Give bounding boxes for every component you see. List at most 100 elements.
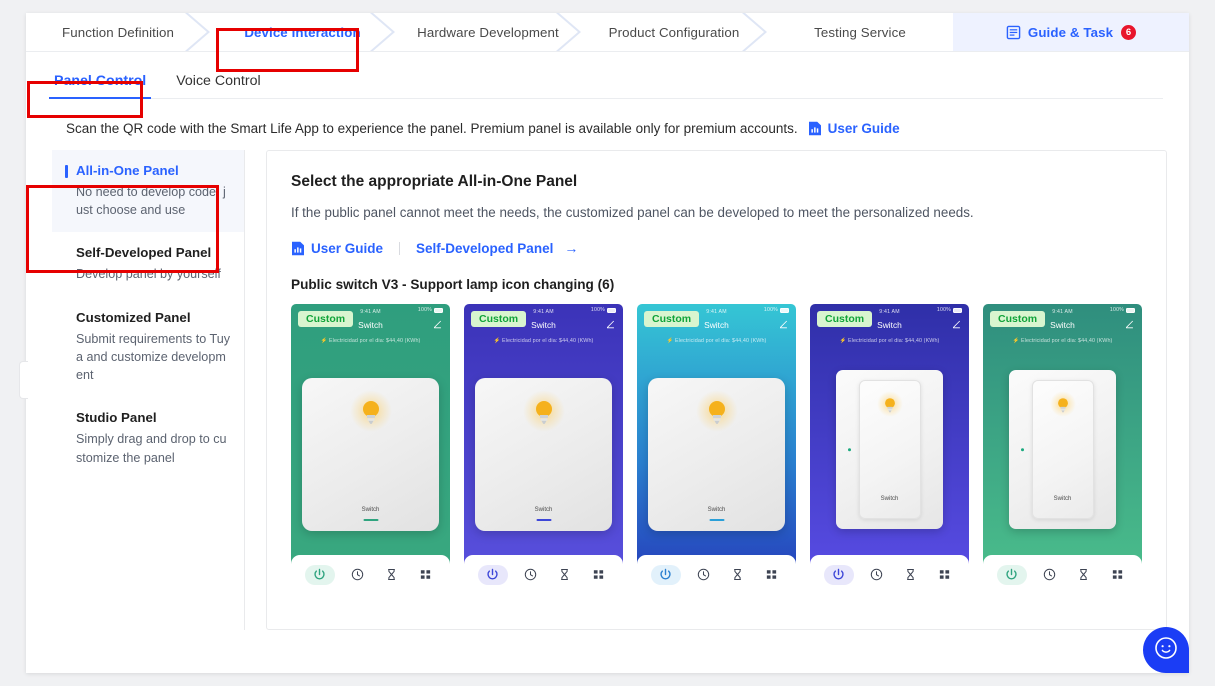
edit-pencil-icon[interactable] (433, 320, 442, 329)
user-guide-link[interactable]: User Guide (808, 121, 900, 136)
step-tab-device-interaction[interactable]: Device Interaction (210, 13, 395, 51)
switch-body: Switch (475, 378, 612, 532)
sidebar-item-all-in-one-panel[interactable]: All-in-One Panel No need to develop code… (52, 150, 244, 233)
sidebar-collapse-handle[interactable] (19, 361, 28, 399)
custom-badge: Custom (644, 311, 700, 328)
lamp-bulb-icon (876, 391, 903, 418)
screenshot-root: Function Definition Device Interaction H… (0, 0, 1215, 686)
power-icon[interactable] (823, 564, 854, 585)
sidebar-item-desc: No need to develop code, just choose and… (76, 184, 226, 218)
content-user-guide-link[interactable]: User Guide (291, 241, 383, 256)
panel-card[interactable]: Custom 9:41 AM 100% Switch ⚡ Electricida… (810, 304, 969, 595)
power-icon[interactable] (650, 564, 681, 585)
tab-voice-control[interactable]: Voice Control (174, 73, 262, 98)
phone-toolbar (637, 555, 796, 595)
step-tab-hardware-development[interactable]: Hardware Development (395, 13, 581, 51)
edit-pencil-icon[interactable] (779, 320, 788, 329)
edit-pencil-icon[interactable] (952, 320, 961, 329)
step-tab-function-definition[interactable]: Function Definition (26, 13, 210, 51)
battery-indicator: 100% (937, 307, 962, 313)
clock-icon[interactable] (520, 566, 542, 584)
chevron-separator-icon (742, 13, 768, 51)
support-smiley-icon (1153, 635, 1179, 666)
clock-icon[interactable] (347, 566, 369, 584)
panel-description-row: Scan the QR code with the Smart Life App… (66, 121, 1189, 136)
grid-icon[interactable] (1106, 566, 1128, 584)
lamp-bulb-icon (349, 389, 392, 432)
step-tab-product-configuration[interactable]: Product Configuration (581, 13, 767, 51)
sidebar-item-studio-panel[interactable]: Studio Panel Simply drag and drop to cus… (52, 397, 244, 479)
led-indicator (1021, 447, 1025, 452)
panel-card[interactable]: Custom 9:41 AM 100% Switch ⚡ Electricida… (464, 304, 623, 595)
battery-percent: 100% (1109, 307, 1124, 314)
support-chat-button[interactable] (1143, 627, 1189, 673)
guide-and-task-button[interactable]: Guide & Task 6 (953, 13, 1189, 51)
grid-icon[interactable] (414, 566, 436, 584)
sidebar-item-customized-panel[interactable]: Customized Panel Submit requirements to … (52, 297, 244, 398)
chevron-separator-icon (556, 13, 582, 51)
hourglass-icon[interactable] (899, 566, 921, 584)
electricity-text: ⚡ Electricidad por el dia: $44,40 (KWh) (464, 338, 623, 344)
hourglass-icon[interactable] (726, 566, 748, 584)
sidebar-item-title: Self-Developed Panel (76, 245, 212, 261)
hourglass-icon[interactable] (553, 566, 575, 584)
phone-title: Switch (358, 320, 383, 331)
sidebar-item-self-developed-panel[interactable]: Self-Developed Panel Develop panel by yo… (52, 232, 244, 296)
switch-label: Switch (707, 507, 726, 514)
guide-and-task-label: Guide & Task (1027, 24, 1114, 40)
battery-percent: 100% (936, 307, 951, 314)
tab-panel-control[interactable]: Panel Control (48, 73, 152, 99)
step-tab-testing-service[interactable]: Testing Service (767, 13, 953, 51)
bulb-wrap (860, 391, 920, 418)
phone-title: Switch (1050, 320, 1075, 331)
content-links: User Guide Self-Developed Panel → (291, 240, 1142, 256)
arrow-right-icon: → (564, 240, 579, 257)
phone-preview: 9:41 AM 100% Switch ⚡ Electricidad por e… (983, 304, 1142, 555)
switch-label: Switch (1053, 496, 1072, 503)
hourglass-icon[interactable] (1072, 566, 1094, 584)
step-label: Device Interaction (244, 24, 361, 40)
bolt-icon: ⚡ (493, 338, 501, 345)
chevron-separator-icon (370, 13, 396, 51)
panel-body: All-in-One Panel No need to develop code… (52, 150, 1189, 630)
bolt-icon: ⚡ (1012, 338, 1020, 345)
phone-toolbar (810, 555, 969, 595)
clock-icon[interactable] (693, 566, 715, 584)
content-user-guide-label: User Guide (311, 240, 384, 256)
panel-card[interactable]: Custom 9:41 AM 100% Switch ⚡ Electricida… (637, 304, 796, 595)
grid-icon[interactable] (760, 566, 782, 584)
battery-indicator: 100% (764, 307, 789, 313)
panel-card[interactable]: Custom 9:41 AM 100% Switch ⚡ Electricida… (983, 304, 1142, 595)
sidebar-item-desc: Submit requirements to Tuya and customiz… (76, 331, 230, 383)
switch-label: Switch (361, 507, 380, 514)
switch-rocker: Switch (1031, 380, 1094, 520)
power-icon[interactable] (996, 564, 1027, 585)
power-icon[interactable] (304, 564, 335, 585)
battery-percent: 100% (417, 307, 432, 314)
switch-wall-plate: Switch (1009, 370, 1116, 530)
switch-wall-plate: Switch (836, 370, 943, 530)
panel-card-gallery: Custom 9:41 AM 100% Switch ⚡ Electricida… (291, 304, 1142, 595)
power-icon[interactable] (477, 564, 508, 585)
grid-icon[interactable] (933, 566, 955, 584)
phone-toolbar (983, 555, 1142, 595)
edit-pencil-icon[interactable] (1125, 320, 1134, 329)
phone-toolbar (291, 555, 450, 595)
grid-icon[interactable] (587, 566, 609, 584)
self-developed-panel-link[interactable]: Self-Developed Panel → (416, 240, 578, 256)
clock-icon[interactable] (1039, 566, 1061, 584)
chevron-separator-icon (185, 13, 211, 51)
edit-pencil-icon[interactable] (606, 320, 615, 329)
bolt-icon: ⚡ (839, 338, 847, 345)
panel-voice-tabs: Panel Control Voice Control (48, 52, 1163, 99)
switch-indicator (709, 518, 724, 522)
bulb-wrap (1033, 391, 1093, 418)
status-time: 9:41 AM (879, 309, 900, 316)
document-chart-icon (291, 241, 305, 256)
status-time: 9:41 AM (360, 309, 381, 316)
panel-card[interactable]: Custom 9:41 AM 100% Switch ⚡ Electricida… (291, 304, 450, 595)
self-developed-panel-label: Self-Developed Panel (416, 240, 554, 256)
hourglass-icon[interactable] (380, 566, 402, 584)
custom-badge: Custom (817, 311, 873, 328)
clock-icon[interactable] (866, 566, 888, 584)
